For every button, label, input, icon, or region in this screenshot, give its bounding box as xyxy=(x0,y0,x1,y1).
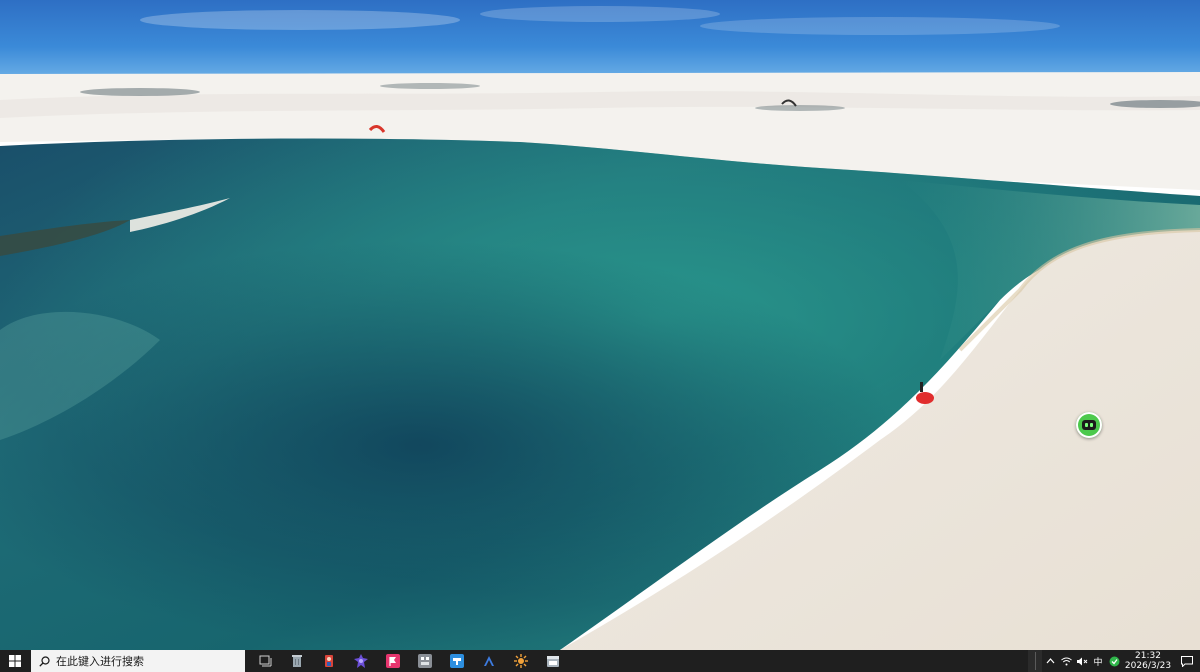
wallpaper xyxy=(0,0,1200,650)
action-center-button[interactable] xyxy=(1174,655,1200,667)
chevron-up-icon xyxy=(1046,658,1054,664)
clock[interactable]: 21:32 2026/3/23 xyxy=(1122,651,1174,671)
app-pink-flag-button[interactable] xyxy=(377,650,409,672)
search-placeholder: 在此键入进行搜索 xyxy=(56,655,144,668)
red-figure-icon xyxy=(325,655,333,667)
search-box[interactable]: 在此键入进行搜索 xyxy=(31,650,245,672)
floating-assistant-button[interactable] xyxy=(1076,412,1102,438)
green-app-tray-button[interactable] xyxy=(1106,650,1122,672)
ime-indicator[interactable]: 中 xyxy=(1090,650,1106,672)
app-window-button[interactable] xyxy=(537,650,569,672)
task-view-button[interactable] xyxy=(249,650,281,672)
wifi-icon xyxy=(1060,657,1072,665)
gray-box-icon xyxy=(418,654,432,668)
app-blue-a-button[interactable] xyxy=(473,650,505,672)
network-button[interactable] xyxy=(1058,650,1074,672)
letter-a-icon xyxy=(484,656,494,666)
blue-square-icon xyxy=(450,654,464,668)
orange-flower-icon xyxy=(514,654,528,668)
task-view-icon xyxy=(259,655,271,667)
system-tray: 中 21:32 2026/3/23 xyxy=(1028,650,1200,672)
show-hidden-icons-button[interactable] xyxy=(1042,650,1058,672)
tray-divider xyxy=(1028,650,1042,672)
clock-time: 21:32 xyxy=(1135,651,1161,661)
green-shield-icon xyxy=(1109,656,1119,666)
purple-gem-icon xyxy=(354,654,368,668)
taskbar: 在此键入进行搜索 中 21:32 2026/3/23 xyxy=(0,650,1200,672)
start-button[interactable] xyxy=(0,650,30,672)
taskbar-apps xyxy=(245,650,569,672)
recycle-bin-icon xyxy=(292,655,302,667)
speaker-mute-icon xyxy=(1076,657,1087,665)
pink-flag-icon xyxy=(386,654,400,668)
window-icon xyxy=(547,655,559,667)
clock-date: 2026/3/23 xyxy=(1124,661,1172,671)
app-gray-box-button[interactable] xyxy=(409,650,441,672)
volume-button[interactable] xyxy=(1074,650,1090,672)
app-orange-flower-button[interactable] xyxy=(505,650,537,672)
app-red-figure-button[interactable] xyxy=(313,650,345,672)
search-icon xyxy=(39,655,50,667)
notification-icon xyxy=(1181,655,1193,667)
taskbar-spacer xyxy=(569,650,1028,672)
app-purple-gem-button[interactable] xyxy=(345,650,377,672)
app-blue-square-button[interactable] xyxy=(441,650,473,672)
recycle-bin-button[interactable] xyxy=(281,650,313,672)
windows-logo-icon xyxy=(9,655,21,667)
desktop: 在此键入进行搜索 中 21:32 2026/3/23 xyxy=(0,0,1200,672)
robot-assistant-icon xyxy=(1082,420,1096,430)
